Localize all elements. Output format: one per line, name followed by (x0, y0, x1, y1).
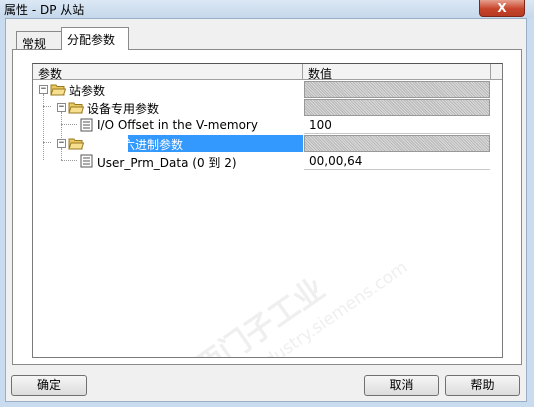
folder-open-icon (68, 102, 84, 114)
value-cell[interactable]: 100 (304, 117, 490, 134)
tab-general[interactable]: 常规 (16, 31, 61, 51)
tab-panel: 参数 数值 − 站参数 − 设备专用参数 I/O Offset in the V… (12, 49, 522, 365)
parameter-grid: 参数 数值 − 站参数 − 设备专用参数 I/O Offset in the V… (32, 63, 503, 358)
tree-label: I/O Offset in the V-memory (97, 118, 258, 132)
value-cell-disabled (304, 81, 490, 98)
collapse-toggle[interactable]: − (57, 139, 66, 148)
folder-open-icon (68, 138, 84, 150)
value-cell-disabled (304, 135, 490, 152)
tree-label: 设备专用参数 (87, 102, 160, 116)
value-cell[interactable]: 00,00,64 (304, 153, 490, 170)
tree-row-device-parameters[interactable]: − 设备专用参数 (33, 99, 502, 117)
close-icon: X (497, 1, 507, 15)
properties-dialog: 常规 分配参数 参数 数值 − 站参数 − 设备专用参数 I/O Offset … (5, 18, 527, 402)
title-bar: 属性 - DP 从站 X (0, 0, 534, 18)
collapse-toggle[interactable]: − (57, 103, 66, 112)
tab-parameter-assignment[interactable]: 分配参数 (61, 27, 129, 50)
tree-label-selected: 分配十六进制参数 (87, 138, 184, 152)
tree-row-user-prm-data[interactable]: User_Prm_Data (0 到 2) 00,00,64 (33, 153, 502, 171)
parameter-item-icon (80, 154, 93, 168)
collapse-toggle[interactable]: − (39, 85, 48, 94)
parameter-item-icon (80, 118, 93, 132)
tree-row-hex-parameters[interactable]: − 分配十六进制参数 (33, 135, 502, 153)
column-header-parameter[interactable]: 参数 (33, 64, 303, 81)
close-button[interactable]: X (479, 0, 525, 17)
tree-row-station-parameters[interactable]: − 站参数 (33, 81, 502, 99)
window-title: 属性 - DP 从站 (4, 3, 85, 17)
header-filler (491, 64, 502, 80)
folder-open-icon (50, 84, 66, 96)
cancel-button[interactable]: 取消 (364, 375, 439, 396)
help-button[interactable]: 帮助 (445, 375, 520, 396)
tree-row-io-offset[interactable]: I/O Offset in the V-memory 100 (33, 117, 502, 135)
value-cell-disabled (304, 99, 490, 116)
ok-button[interactable]: 确定 (11, 375, 87, 396)
tree-label: User_Prm_Data (0 到 2) (97, 156, 237, 170)
column-header-value[interactable]: 数值 (303, 64, 491, 81)
tree-label: 站参数 (69, 84, 106, 98)
